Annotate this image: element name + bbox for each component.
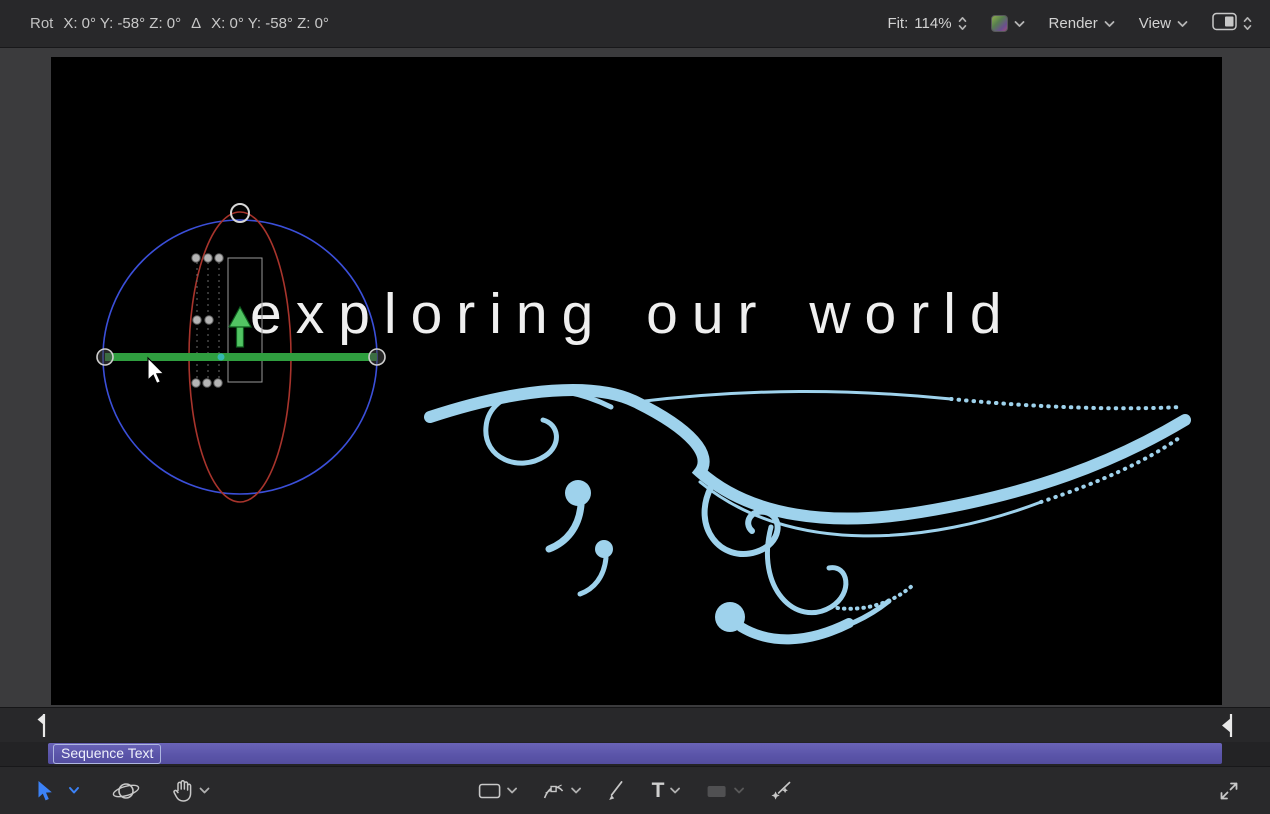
track-label: Sequence Text — [53, 744, 161, 764]
brush-tool-button[interactable] — [606, 779, 628, 803]
gizmo-up-arrow[interactable] — [229, 307, 251, 347]
hand-tool-button[interactable] — [172, 779, 210, 803]
color-well-dropdown[interactable] — [991, 15, 1025, 32]
chevron-down-icon — [68, 786, 80, 795]
gizmo-x-handle-left[interactable] — [97, 349, 113, 365]
motion-canvas-window: Rot X: 0° Y: -58° Z: 0° Δ X: 0° Y: -58° … — [0, 0, 1270, 814]
chevron-down-icon — [669, 787, 680, 795]
fit-label: Fit: — [887, 15, 908, 32]
canvas-area: exploring our world — [0, 48, 1270, 707]
bezier-tool-icon — [542, 779, 566, 803]
chevron-down-icon — [571, 787, 582, 795]
gizmo-x-handle-right[interactable] — [369, 349, 385, 365]
select-tool-icon — [34, 780, 54, 802]
view-menu[interactable]: View — [1139, 15, 1188, 32]
mini-timeline[interactable] — [0, 707, 1270, 742]
chevron-down-icon — [1014, 20, 1025, 28]
gizmo-anchor-dot — [218, 354, 225, 361]
rotation-status: Rot X: 0° Y: -58° Z: 0° Δ X: 0° Y: -58° … — [30, 15, 329, 32]
select-tool-button[interactable] — [34, 780, 54, 802]
color-well-icon — [991, 15, 1008, 32]
delta-values: X: 0° Y: -58° Z: 0° — [211, 15, 329, 32]
bezier-tool-button[interactable] — [542, 779, 582, 803]
delta-icon: Δ — [191, 15, 201, 32]
chevron-down-icon — [1104, 20, 1115, 28]
chevron-down-icon — [199, 787, 210, 795]
chevron-down-icon — [1177, 20, 1188, 28]
brush-tool-icon — [606, 779, 628, 803]
canvas-status-toolbar: Rot X: 0° Y: -58° Z: 0° Δ X: 0° Y: -58° … — [0, 0, 1270, 48]
chevron-down-icon — [733, 787, 744, 795]
text-tool-button[interactable]: T — [652, 780, 681, 802]
text-tool-icon: T — [652, 780, 665, 802]
rect-tool-icon — [478, 779, 502, 803]
in-marker-icon[interactable] — [36, 712, 51, 744]
orbit-tool-icon — [112, 779, 140, 803]
3d-transform-gizmo[interactable] — [51, 57, 1222, 705]
fit-zoom-control[interactable]: Fit: 114% — [887, 15, 966, 32]
render-menu[interactable]: Render — [1049, 15, 1115, 32]
hand-tool-icon — [172, 779, 194, 803]
sparkle-wand-icon — [768, 779, 792, 803]
display-mode-icon — [1212, 12, 1237, 35]
expand-view-button[interactable] — [1218, 780, 1240, 802]
gizmo-node-dots[interactable] — [192, 254, 223, 387]
sequence-text-track-bar[interactable]: Sequence Text — [48, 743, 1222, 764]
timebar-row: Sequence Text — [0, 742, 1270, 766]
select-tool-dropdown[interactable] — [68, 786, 80, 795]
tools-toolbar: T — [0, 766, 1270, 814]
stepper-icon — [1243, 16, 1252, 31]
orbit-tool-button[interactable] — [112, 779, 140, 803]
chevron-down-icon — [507, 787, 518, 795]
render-menu-label: Render — [1049, 15, 1098, 32]
canvas-viewport[interactable]: exploring our world — [51, 57, 1222, 705]
sparkle-wand-button[interactable] — [768, 779, 792, 803]
out-marker-icon[interactable] — [1219, 712, 1234, 744]
rot-values: X: 0° Y: -58° Z: 0° — [63, 15, 181, 32]
expand-icon — [1218, 780, 1240, 802]
shape-tool-button-disabled — [704, 779, 744, 803]
fit-value: 114% — [914, 15, 951, 32]
rot-label: Rot — [30, 15, 53, 32]
rect-tool-button[interactable] — [478, 779, 518, 803]
shape-tool-icon — [704, 779, 728, 803]
display-mode-control[interactable] — [1212, 12, 1252, 35]
stepper-icon[interactable] — [958, 16, 967, 31]
view-menu-label: View — [1139, 15, 1171, 32]
